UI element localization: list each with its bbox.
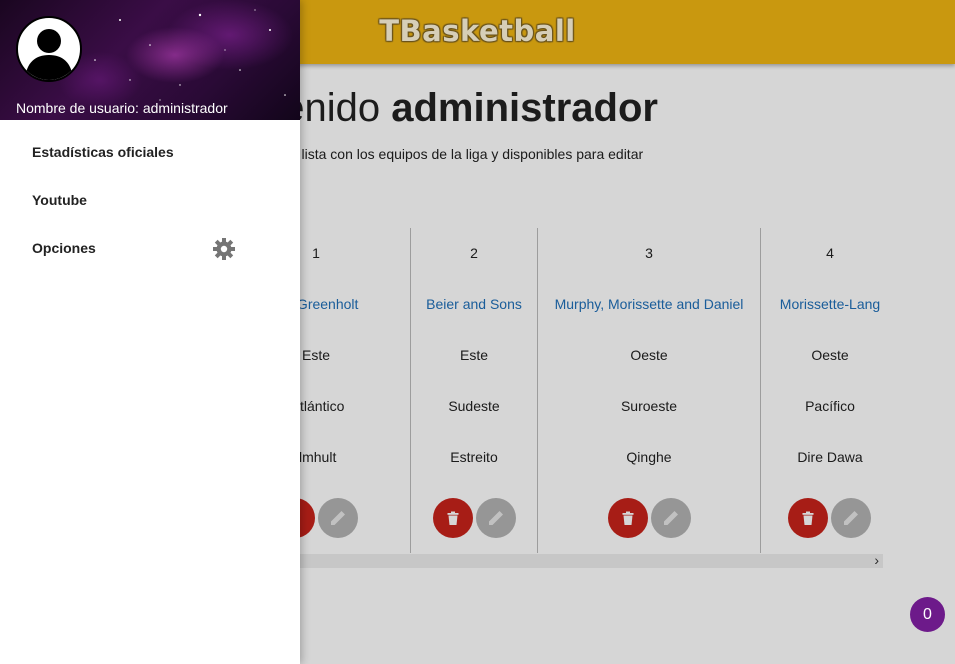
drawer-header: Nombre de usuario: administrador [0,0,300,120]
avatar[interactable] [16,16,82,82]
notification-badge[interactable]: 0 [910,597,945,632]
menu-item-statistics[interactable]: Estadísticas oficiales [32,144,174,160]
gear-icon[interactable] [212,237,236,261]
username-label: Nombre de usuario: administrador [16,100,228,116]
menu-item-youtube[interactable]: Youtube [32,192,87,208]
navigation-drawer: Nombre de usuario: administrador Estadís… [0,0,300,664]
menu-item-options[interactable]: Opciones [32,240,96,256]
user-silhouette-icon [25,29,73,80]
